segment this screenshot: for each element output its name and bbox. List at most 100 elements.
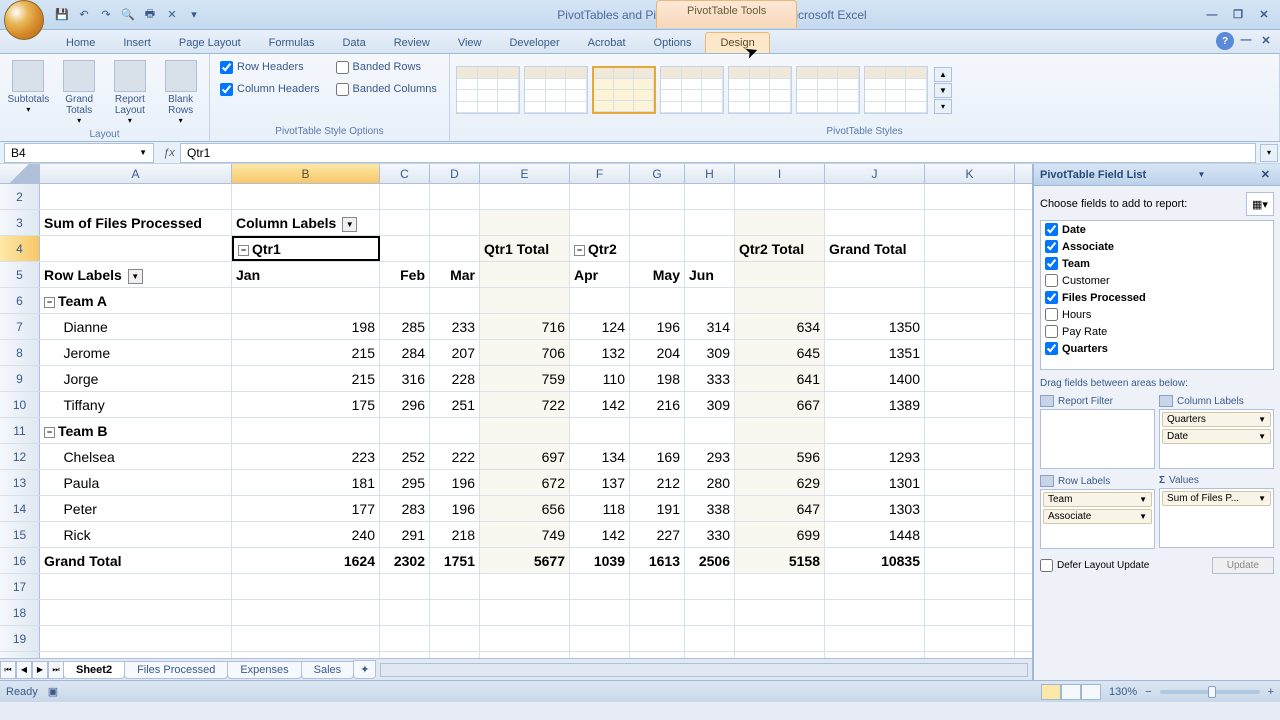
cell[interactable]: 629 <box>735 470 825 495</box>
cell[interactable] <box>825 262 925 287</box>
cell[interactable]: 1351 <box>825 340 925 365</box>
column-header[interactable]: K <box>925 164 1015 183</box>
cell[interactable]: 647 <box>735 496 825 521</box>
cell[interactable]: Qtr2 Total <box>735 236 825 261</box>
cell[interactable] <box>735 574 825 599</box>
field-item[interactable]: Quarters <box>1041 340 1273 357</box>
column-header[interactable]: E <box>480 164 570 183</box>
zoom-in-button[interactable]: + <box>1268 686 1274 698</box>
cell[interactable] <box>735 652 825 658</box>
cell[interactable]: 251 <box>430 392 480 417</box>
column-labels-zone[interactable]: Quarters▼ Date▼ <box>1159 409 1274 469</box>
cell[interactable]: 749 <box>480 522 570 547</box>
cell[interactable]: Grand Total <box>825 236 925 261</box>
row-labels-zone[interactable]: Team▼ Associate▼ <box>1040 489 1155 549</box>
cell[interactable] <box>570 574 630 599</box>
cell[interactable] <box>232 652 380 658</box>
cell[interactable]: 1448 <box>825 522 925 547</box>
cell[interactable] <box>480 600 570 625</box>
cell[interactable]: 177 <box>232 496 380 521</box>
banded-columns-checkbox[interactable]: Banded Columns <box>330 78 446 100</box>
cell[interactable] <box>380 288 430 313</box>
cell[interactable] <box>380 236 430 261</box>
cell[interactable] <box>480 652 570 658</box>
cell[interactable] <box>925 548 1015 573</box>
zone-field-item[interactable]: Team▼ <box>1043 492 1152 507</box>
cell[interactable] <box>925 444 1015 469</box>
cell[interactable] <box>685 574 735 599</box>
cell[interactable] <box>925 340 1015 365</box>
cell[interactable]: 216 <box>630 392 685 417</box>
close-field-list-button[interactable]: ✕ <box>1257 168 1274 181</box>
column-headers-checkbox[interactable]: Column Headers <box>214 78 330 100</box>
cell[interactable] <box>685 184 735 209</box>
tab-acrobat[interactable]: Acrobat <box>574 33 640 53</box>
cell[interactable]: 142 <box>570 392 630 417</box>
cell[interactable] <box>480 184 570 209</box>
cell[interactable] <box>232 574 380 599</box>
cell[interactable] <box>925 210 1015 235</box>
cell[interactable]: 134 <box>570 444 630 469</box>
cell[interactable]: 645 <box>735 340 825 365</box>
cell[interactable] <box>735 600 825 625</box>
row-header[interactable]: 11 <box>0 418 40 443</box>
cell[interactable] <box>925 522 1015 547</box>
cell[interactable] <box>825 418 925 443</box>
cell[interactable]: 10835 <box>825 548 925 573</box>
cell[interactable]: Jun <box>685 262 735 287</box>
zoom-out-button[interactable]: − <box>1145 686 1151 698</box>
cell[interactable] <box>380 184 430 209</box>
cell[interactable]: 1301 <box>825 470 925 495</box>
cell[interactable]: 132 <box>570 340 630 365</box>
cell[interactable]: 1624 <box>232 548 380 573</box>
horizontal-scrollbar[interactable] <box>380 663 1028 677</box>
macro-record-icon[interactable]: ▣ <box>48 685 58 698</box>
cell[interactable]: 223 <box>232 444 380 469</box>
cell[interactable]: 196 <box>630 314 685 339</box>
cell[interactable]: Tiffany <box>40 392 232 417</box>
cell[interactable] <box>380 418 430 443</box>
row-header[interactable]: 19 <box>0 626 40 651</box>
cell[interactable] <box>630 626 685 651</box>
cell[interactable] <box>232 418 380 443</box>
cell[interactable]: 215 <box>232 366 380 391</box>
cell[interactable] <box>480 626 570 651</box>
cell[interactable]: 283 <box>380 496 430 521</box>
select-all-cells[interactable] <box>0 164 40 183</box>
cell[interactable]: 722 <box>480 392 570 417</box>
cell[interactable]: Feb <box>380 262 430 287</box>
last-sheet-button[interactable]: ⏭ <box>48 661 64 679</box>
cell[interactable]: 672 <box>480 470 570 495</box>
cell[interactable]: May <box>630 262 685 287</box>
sheet-tab[interactable]: Files Processed <box>124 661 228 679</box>
cell[interactable] <box>570 418 630 443</box>
cell[interactable]: 1303 <box>825 496 925 521</box>
cell[interactable]: 699 <box>735 522 825 547</box>
cell[interactable] <box>735 418 825 443</box>
cell[interactable]: 656 <box>480 496 570 521</box>
cell[interactable] <box>925 184 1015 209</box>
cell[interactable] <box>630 288 685 313</box>
column-header[interactable]: I <box>735 164 825 183</box>
cell[interactable]: −Qtr1 <box>232 236 380 261</box>
row-header[interactable]: 15 <box>0 522 40 547</box>
office-button[interactable] <box>4 0 44 40</box>
cell[interactable] <box>380 574 430 599</box>
column-header[interactable]: J <box>825 164 925 183</box>
cell[interactable]: 706 <box>480 340 570 365</box>
cell[interactable]: 314 <box>685 314 735 339</box>
cell[interactable] <box>480 210 570 235</box>
first-sheet-button[interactable]: ⏮ <box>0 661 16 679</box>
save-icon[interactable]: 💾 <box>52 5 72 25</box>
cell[interactable]: 641 <box>735 366 825 391</box>
minimize-ribbon-button[interactable]: — <box>1238 32 1254 48</box>
cell[interactable] <box>380 626 430 651</box>
cell[interactable]: 759 <box>480 366 570 391</box>
sheet-tab[interactable]: Sales <box>301 661 355 679</box>
field-list-options-icon[interactable]: ▼ <box>1194 170 1210 179</box>
cell[interactable] <box>430 600 480 625</box>
row-header[interactable]: 14 <box>0 496 40 521</box>
field-item[interactable]: Hours <box>1041 306 1273 323</box>
cell[interactable]: 697 <box>480 444 570 469</box>
column-header[interactable]: D <box>430 164 480 183</box>
